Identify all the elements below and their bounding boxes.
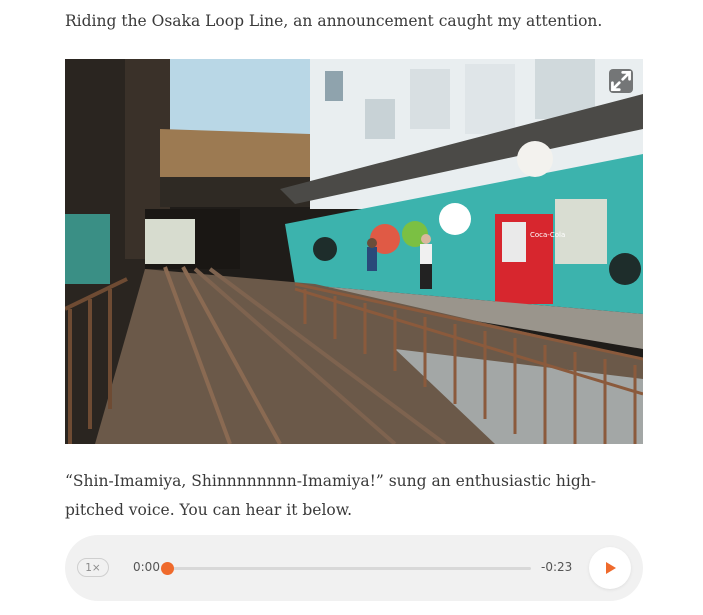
expand-icon	[611, 71, 631, 91]
playback-speed-button[interactable]: 1×	[77, 558, 109, 577]
platform-scene: Coca-Cola	[65, 59, 643, 444]
progress-track[interactable]	[165, 567, 531, 570]
audio-intro-paragraph: “Shin-Imamiya, Shinnnnnnnn-Imamiya!” sun…	[65, 472, 596, 519]
expand-photo-button[interactable]	[609, 69, 633, 93]
vending-machine-logo: Coca-Cola	[530, 231, 565, 239]
audio-player: 1× 0:00 -0:23	[65, 535, 643, 601]
current-time: 0:00	[133, 560, 160, 574]
train-platform-photo: Coca-Cola	[65, 59, 643, 444]
play-icon	[606, 562, 616, 574]
play-button[interactable]	[589, 547, 631, 589]
progress-knob[interactable]	[160, 562, 174, 575]
intro-paragraph: Riding the Osaka Loop Line, an announcem…	[65, 12, 603, 30]
remaining-time: -0:23	[541, 560, 573, 574]
